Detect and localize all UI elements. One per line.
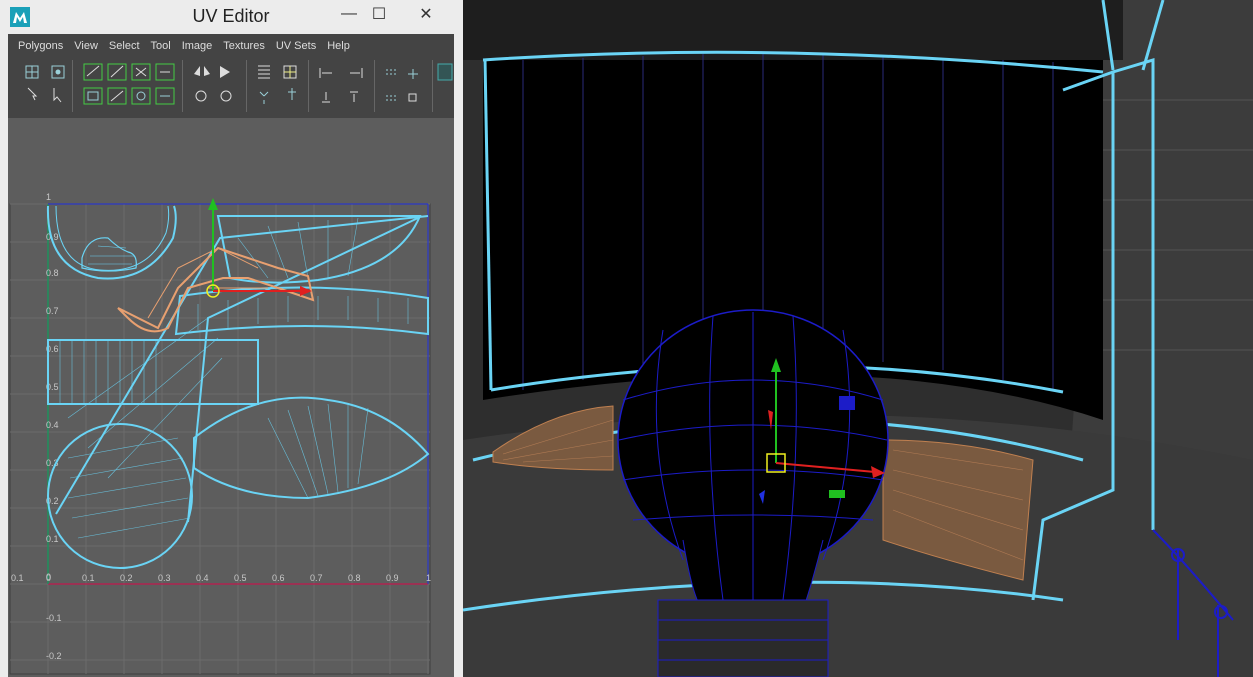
x-tick: 0.1 xyxy=(82,573,95,583)
y-tick: -0.2 xyxy=(46,651,62,661)
y-tick: 1 xyxy=(46,192,51,202)
menu-help[interactable]: Help xyxy=(327,36,350,56)
close-button[interactable]: ✕ xyxy=(398,0,454,28)
x-tick: 0.7 xyxy=(310,573,323,583)
panel-divider[interactable] xyxy=(454,0,463,677)
y-tick: -0.1 xyxy=(46,613,62,623)
y-tick: 0.8 xyxy=(46,268,59,278)
x-tick: 0.5 xyxy=(234,573,247,583)
layout-uv-icon[interactable] xyxy=(83,87,103,105)
merge-uv-icon[interactable] xyxy=(155,63,175,81)
square-icon[interactable] xyxy=(408,93,417,102)
selected-uv-shell[interactable] xyxy=(117,246,315,333)
align-right-icon[interactable] xyxy=(350,68,363,78)
perspective-viewport[interactable] xyxy=(463,0,1253,677)
viewport-canvas[interactable] xyxy=(463,0,1253,677)
x-tick: 1 xyxy=(426,573,431,583)
minimize-button[interactable]: — xyxy=(332,0,366,28)
menu-bar: Polygons View Select Tool Image Textures… xyxy=(8,36,454,56)
menu-tool[interactable]: Tool xyxy=(151,36,171,56)
checker-icon[interactable] xyxy=(437,63,453,81)
select-arrow-icon[interactable] xyxy=(53,88,62,103)
shell-icon[interactable] xyxy=(386,69,396,75)
flip-v-icon[interactable] xyxy=(220,66,230,78)
dome-shell[interactable] xyxy=(81,237,137,272)
snap-icon[interactable] xyxy=(288,88,296,100)
rotate-cw-icon[interactable] xyxy=(220,90,232,102)
uv-toolbar xyxy=(8,56,454,118)
grid-uv-icon[interactable] xyxy=(283,65,297,79)
y-tick: 0.4 xyxy=(46,420,59,430)
uv-canvas[interactable]: 0.1 0 0.1 0.2 0.3 0.4 0.5 0.6 0.7 0.8 0.… xyxy=(8,118,454,677)
menu-select[interactable]: Select xyxy=(109,36,140,56)
cut-uv-icon[interactable] xyxy=(83,63,103,81)
x-tick: 0.1 xyxy=(11,573,24,583)
distribute-icon[interactable] xyxy=(259,91,269,104)
select-face-icon[interactable] xyxy=(51,65,65,79)
sew-uv-icon[interactable] xyxy=(107,63,127,81)
title-bar[interactable]: UV Editor — ☐ ✕ xyxy=(0,0,462,34)
straighten-uv-icon[interactable] xyxy=(155,87,175,105)
x-tick: 0.2 xyxy=(120,573,133,583)
uv-editor-window: UV Editor — ☐ ✕ Polygons View Select Too… xyxy=(0,0,462,677)
unfold-uv-icon[interactable] xyxy=(107,87,127,105)
menu-polygons[interactable]: Polygons xyxy=(18,36,63,56)
select-cursor-icon[interactable] xyxy=(27,87,38,101)
y-tick: 0.1 xyxy=(46,534,59,544)
rotate-ccw-icon[interactable] xyxy=(195,90,207,102)
add-icon[interactable] xyxy=(408,69,418,79)
x-tick: 0.4 xyxy=(196,573,209,583)
x-tick: 0.6 xyxy=(272,573,285,583)
align-down-icon[interactable] xyxy=(322,92,330,103)
uv-editor-panel: Polygons View Select Tool Image Textures… xyxy=(8,34,454,677)
x-tick: 0.9 xyxy=(386,573,399,583)
toolbar-icons xyxy=(25,60,453,112)
menu-uv-sets[interactable]: UV Sets xyxy=(276,36,316,56)
align-left-icon[interactable] xyxy=(319,68,332,78)
maximize-button[interactable]: ☐ xyxy=(362,0,396,28)
menu-view[interactable]: View xyxy=(74,36,98,56)
align-up-icon[interactable] xyxy=(350,91,358,102)
x-tick: 0.3 xyxy=(158,573,171,583)
relax-uv-icon[interactable] xyxy=(131,87,151,105)
split-uv-icon[interactable] xyxy=(131,63,151,81)
select-uv-icon[interactable] xyxy=(25,65,39,79)
y-tick: 0.7 xyxy=(46,306,59,316)
y-tick: 0 xyxy=(46,572,51,582)
menu-textures[interactable]: Textures xyxy=(223,36,265,56)
align-icon[interactable] xyxy=(258,65,270,79)
points-icon[interactable] xyxy=(386,95,396,101)
flip-u-icon[interactable] xyxy=(194,66,210,76)
menu-image[interactable]: Image xyxy=(182,36,213,56)
uv-texture-view[interactable]: 0.1 0 0.1 0.2 0.3 0.4 0.5 0.6 0.7 0.8 0.… xyxy=(8,118,454,677)
x-tick: 0.8 xyxy=(348,573,361,583)
